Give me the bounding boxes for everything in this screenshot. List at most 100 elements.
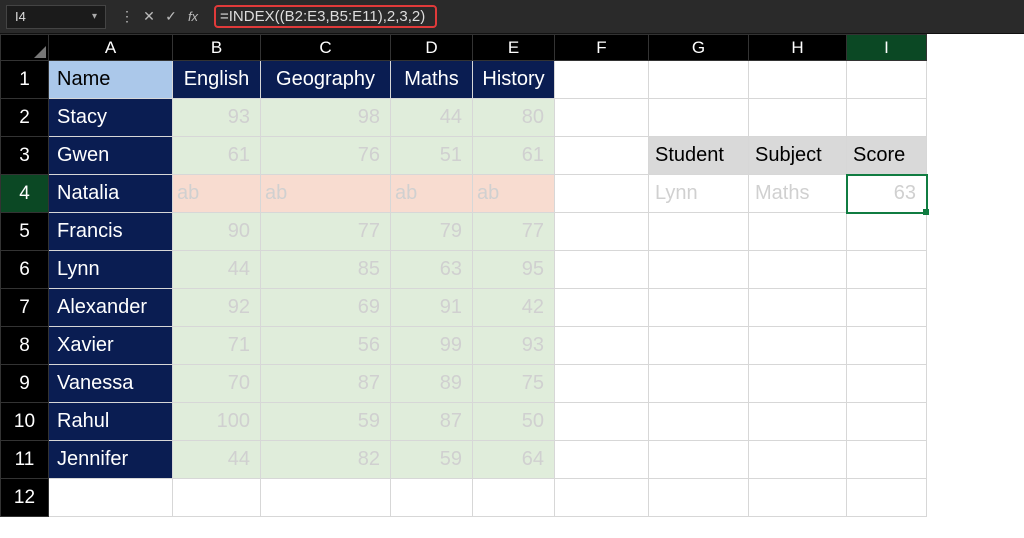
cell[interactable] xyxy=(749,213,847,251)
cell[interactable] xyxy=(555,137,649,175)
cell[interactable] xyxy=(749,479,847,517)
header-subject[interactable]: History xyxy=(473,61,555,99)
score-cell[interactable]: 93 xyxy=(473,327,555,365)
cell[interactable] xyxy=(649,289,749,327)
score-cell[interactable]: 63 xyxy=(391,251,473,289)
col-header-E[interactable]: E xyxy=(473,35,555,61)
row-header[interactable]: 7 xyxy=(1,289,49,327)
cell[interactable] xyxy=(555,61,649,99)
cell[interactable] xyxy=(847,479,927,517)
row-header[interactable]: 12 xyxy=(1,479,49,517)
student-name[interactable]: Lynn xyxy=(49,251,173,289)
score-cell[interactable]: 59 xyxy=(391,441,473,479)
score-cell[interactable]: ab xyxy=(391,175,473,213)
score-cell[interactable]: 80 xyxy=(473,99,555,137)
col-header-I[interactable]: I xyxy=(847,35,927,61)
cell[interactable] xyxy=(555,175,649,213)
student-name[interactable]: Alexander xyxy=(49,289,173,327)
header-subject[interactable]: Maths xyxy=(391,61,473,99)
student-name[interactable]: Natalia xyxy=(49,175,173,213)
score-cell[interactable]: 51 xyxy=(391,137,473,175)
student-name[interactable]: Xavier xyxy=(49,327,173,365)
col-header-B[interactable]: B xyxy=(173,35,261,61)
header-name[interactable]: Name xyxy=(49,61,173,99)
score-cell[interactable]: 44 xyxy=(391,99,473,137)
cell[interactable] xyxy=(649,99,749,137)
score-cell[interactable]: ab xyxy=(261,175,391,213)
lookup-subject[interactable]: Maths xyxy=(749,175,847,213)
cell[interactable] xyxy=(649,365,749,403)
score-cell[interactable]: 50 xyxy=(473,403,555,441)
cell[interactable] xyxy=(847,441,927,479)
cell[interactable] xyxy=(847,213,927,251)
cell[interactable] xyxy=(473,479,555,517)
cancel-icon[interactable]: ✕ xyxy=(138,6,160,28)
score-cell[interactable]: 77 xyxy=(473,213,555,251)
cell[interactable] xyxy=(749,61,847,99)
score-cell[interactable]: 85 xyxy=(261,251,391,289)
cell[interactable] xyxy=(261,479,391,517)
row-header[interactable]: 9 xyxy=(1,365,49,403)
cell[interactable] xyxy=(649,479,749,517)
cell[interactable] xyxy=(749,327,847,365)
row-header[interactable]: 5 xyxy=(1,213,49,251)
cell[interactable] xyxy=(749,251,847,289)
cell[interactable] xyxy=(555,289,649,327)
score-cell[interactable]: 87 xyxy=(261,365,391,403)
row-header[interactable]: 10 xyxy=(1,403,49,441)
col-header-H[interactable]: H xyxy=(749,35,847,61)
cell[interactable] xyxy=(847,61,927,99)
cell[interactable] xyxy=(555,99,649,137)
accept-icon[interactable]: ✓ xyxy=(160,6,182,28)
cell[interactable] xyxy=(555,213,649,251)
score-cell[interactable]: 95 xyxy=(473,251,555,289)
score-cell[interactable]: 93 xyxy=(173,99,261,137)
cell[interactable] xyxy=(649,213,749,251)
cell[interactable] xyxy=(391,479,473,517)
chevron-down-icon[interactable]: ▾ xyxy=(92,11,97,22)
score-cell[interactable]: 61 xyxy=(173,137,261,175)
student-name[interactable]: Gwen xyxy=(49,137,173,175)
score-cell[interactable]: 44 xyxy=(173,251,261,289)
spreadsheet[interactable]: A B C D E F G H I 1 Name English Geograp… xyxy=(0,34,1024,538)
lookup-header-score[interactable]: Score xyxy=(847,137,927,175)
score-cell[interactable]: 71 xyxy=(173,327,261,365)
row-header[interactable]: 6 xyxy=(1,251,49,289)
score-cell[interactable]: 69 xyxy=(261,289,391,327)
cell[interactable] xyxy=(847,365,927,403)
row-header[interactable]: 1 xyxy=(1,61,49,99)
score-cell[interactable]: 42 xyxy=(473,289,555,327)
col-header-C[interactable]: C xyxy=(261,35,391,61)
lookup-header-subject[interactable]: Subject xyxy=(749,137,847,175)
score-cell[interactable]: ab xyxy=(473,175,555,213)
score-cell[interactable]: 76 xyxy=(261,137,391,175)
cell[interactable] xyxy=(847,99,927,137)
lookup-header-student[interactable]: Student xyxy=(649,137,749,175)
score-cell[interactable]: ab xyxy=(173,175,261,213)
cell[interactable] xyxy=(649,251,749,289)
score-cell[interactable]: 64 xyxy=(473,441,555,479)
score-cell[interactable]: 92 xyxy=(173,289,261,327)
student-name[interactable]: Jennifer xyxy=(49,441,173,479)
score-cell[interactable]: 89 xyxy=(391,365,473,403)
fx-icon[interactable]: fx xyxy=(182,6,204,28)
student-name[interactable]: Rahul xyxy=(49,403,173,441)
cell[interactable] xyxy=(649,61,749,99)
score-cell[interactable]: 77 xyxy=(261,213,391,251)
score-cell[interactable]: 82 xyxy=(261,441,391,479)
cell[interactable] xyxy=(847,327,927,365)
row-header[interactable]: 4 xyxy=(1,175,49,213)
cell[interactable] xyxy=(555,441,649,479)
student-name[interactable]: Stacy xyxy=(49,99,173,137)
row-header[interactable]: 8 xyxy=(1,327,49,365)
row-header[interactable]: 2 xyxy=(1,99,49,137)
more-icon[interactable]: ⋮ xyxy=(116,6,138,28)
cell[interactable] xyxy=(749,365,847,403)
row-header[interactable]: 3 xyxy=(1,137,49,175)
cell[interactable] xyxy=(173,479,261,517)
student-name[interactable]: Francis xyxy=(49,213,173,251)
cell[interactable] xyxy=(49,479,173,517)
select-all-corner[interactable] xyxy=(1,35,49,61)
cell[interactable] xyxy=(555,251,649,289)
score-cell[interactable]: 90 xyxy=(173,213,261,251)
